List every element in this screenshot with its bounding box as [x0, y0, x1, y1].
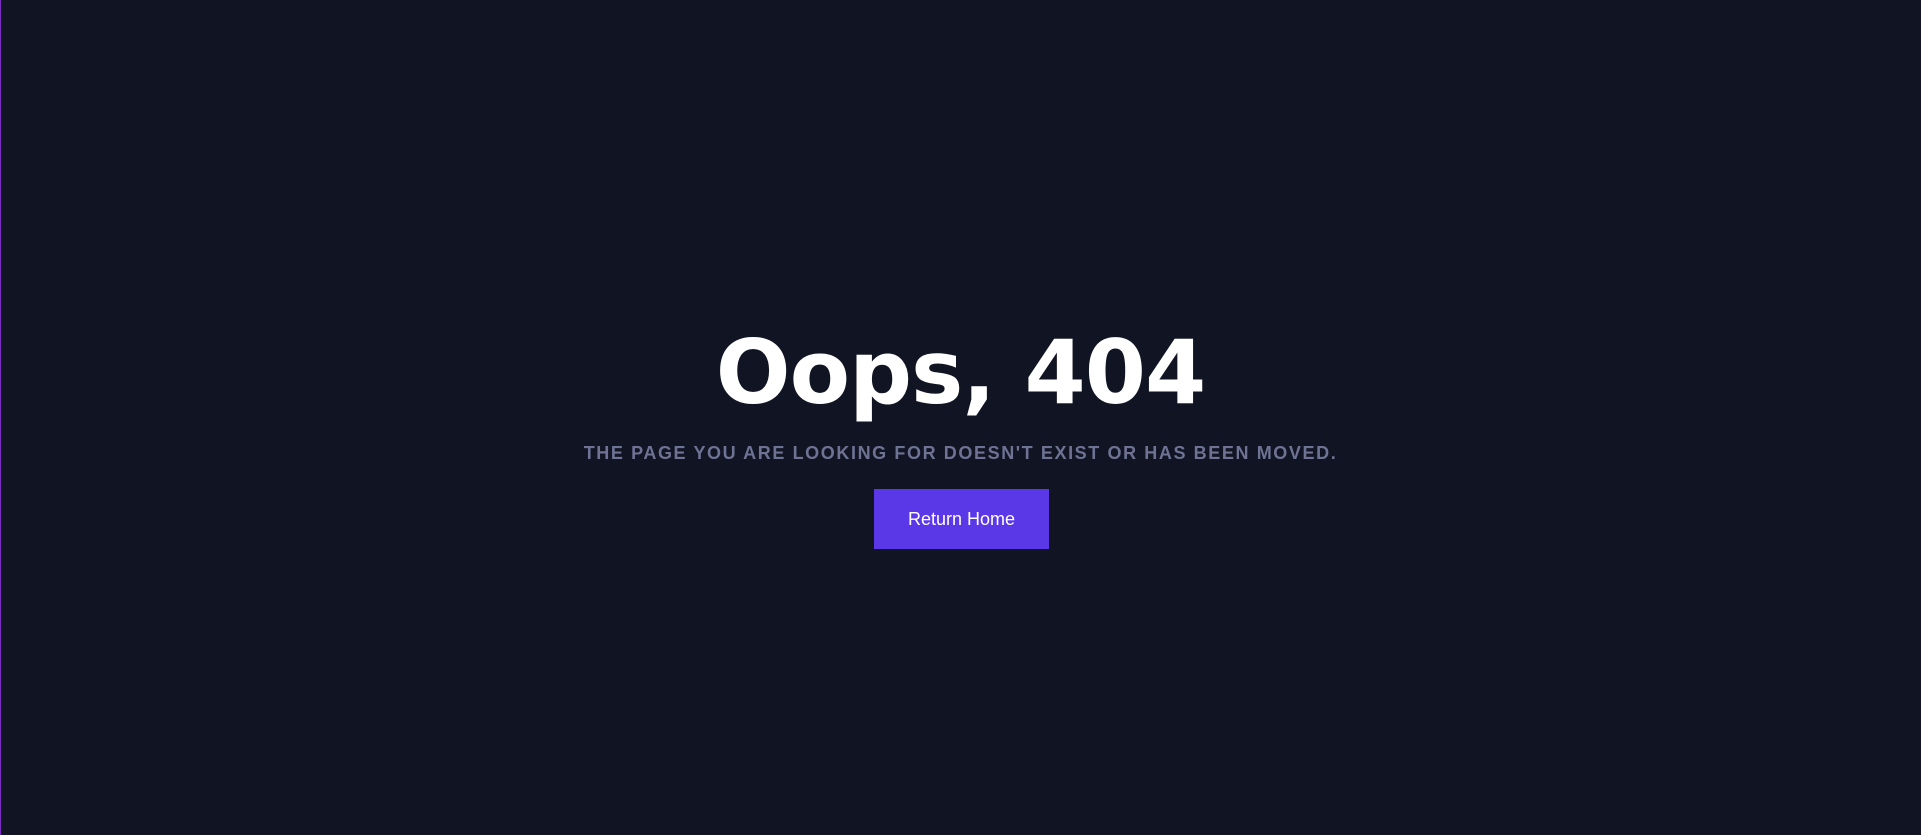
- error-message: THE PAGE YOU ARE LOOKING FOR DOESN'T EXI…: [583, 443, 1338, 463]
- error-headline: Oops, 404: [715, 321, 1206, 424]
- return-home-button[interactable]: Return Home: [874, 489, 1049, 549]
- not-found-page: Oops, 404 THE PAGE YOU ARE LOOKING FOR D…: [0, 0, 1921, 835]
